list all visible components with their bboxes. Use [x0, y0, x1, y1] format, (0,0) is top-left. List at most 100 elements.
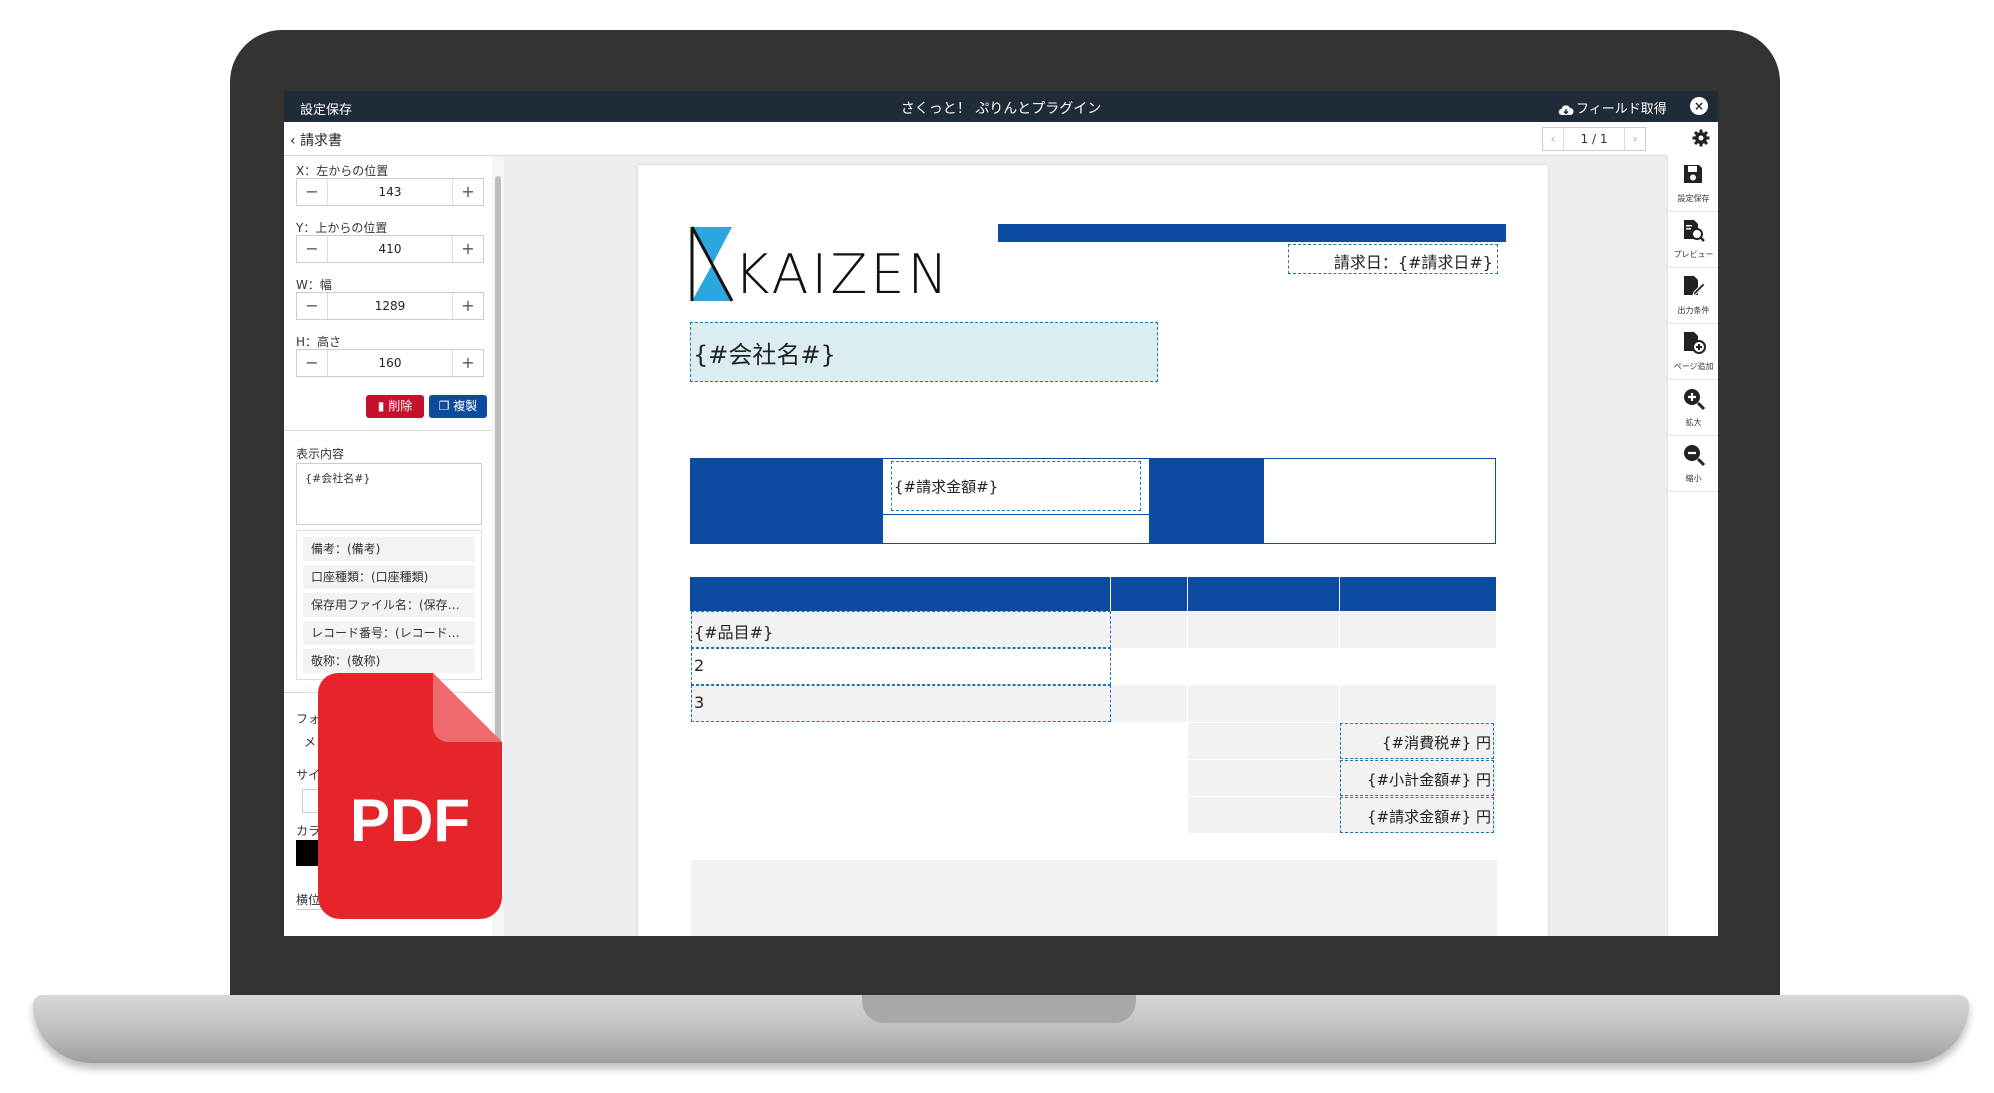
y-label: Y：上からの位置: [296, 221, 388, 235]
pager: ‹ 1 / 1 ›: [1542, 127, 1646, 151]
x-stepper[interactable]: − 143 +: [296, 178, 484, 206]
zoom-in-button[interactable]: 拡大: [1668, 379, 1718, 436]
divider: [284, 430, 492, 431]
copy-icon: ❐: [438, 399, 450, 413]
notes-box: [691, 860, 1497, 936]
subtotal-text: {#小計金額#} 円: [1367, 771, 1491, 789]
field-item[interactable]: 敬称：(敬称): [303, 649, 475, 673]
preview-icon: [1684, 220, 1705, 242]
trash-icon: ▮: [377, 399, 385, 413]
w-increment-button[interactable]: +: [452, 293, 483, 319]
items-table-header: [690, 577, 1496, 611]
y-increment-button[interactable]: +: [452, 236, 483, 262]
copy-button[interactable]: ❐ 複製: [429, 395, 487, 418]
w-value[interactable]: 1289: [327, 293, 453, 319]
col-divider: [1339, 577, 1340, 611]
field-item[interactable]: 保存用ファイル名：(保存…: [303, 593, 475, 617]
delete-label: 削除: [388, 399, 413, 413]
field-item[interactable]: 口座種類：(口座種類): [303, 565, 475, 589]
x-decrement-button[interactable]: −: [297, 179, 328, 205]
zoom-in-icon: [1684, 389, 1706, 411]
w-decrement-button[interactable]: −: [297, 293, 328, 319]
color-label: カラ: [296, 824, 321, 838]
field-fetch-label: フィールド取得: [1576, 102, 1667, 117]
y-decrement-button[interactable]: −: [297, 236, 328, 262]
y-value[interactable]: 410: [327, 236, 453, 262]
copy-label: 複製: [453, 399, 478, 413]
amount-underline: [883, 514, 1149, 515]
item-field[interactable]: 3: [691, 685, 1111, 722]
gear-icon[interactable]: [1692, 129, 1710, 147]
app-title: さくっと！ ぷりんとプラグイン: [900, 101, 1102, 117]
x-increment-button[interactable]: +: [452, 179, 483, 205]
font-label: フォ: [296, 712, 321, 726]
h-increment-button[interactable]: +: [452, 350, 483, 376]
item-field[interactable]: {#品目#}: [691, 611, 1111, 648]
invoice-date-field[interactable]: 請求日：{#請求日#}: [1288, 244, 1498, 274]
field-item[interactable]: レコード番号：(レコード…: [303, 621, 475, 645]
total-text: {#請求金額#} 円: [1367, 808, 1491, 826]
tax-field[interactable]: {#消費税#} 円: [1340, 723, 1494, 759]
subtotal-field[interactable]: {#小計金額#} 円: [1340, 760, 1494, 796]
add-page-button[interactable]: ページ追加: [1668, 323, 1718, 380]
save-settings-label: 設定保存: [1677, 194, 1710, 203]
amount-label-cell: [691, 459, 883, 543]
save-icon: [1684, 165, 1702, 183]
size-label: サイ: [296, 768, 321, 782]
page-indicator: 1 / 1: [1580, 132, 1608, 146]
font-select[interactable]: メ: [304, 733, 316, 750]
delete-button[interactable]: ▮ 削除: [366, 395, 424, 418]
pdf-label: PDF: [350, 787, 470, 854]
preview-label: プレビュー: [1673, 250, 1714, 259]
h-stepper[interactable]: − 160 +: [296, 349, 484, 377]
pdf-file-icon: PDF: [318, 673, 502, 919]
add-page-icon: [1684, 332, 1706, 354]
edit-document-icon: [1684, 276, 1706, 296]
logo-text: KAIZEN: [734, 243, 951, 306]
output-conditions-label: 出力条件: [1677, 306, 1710, 315]
item-text: {#品目#}: [694, 623, 774, 642]
back-button[interactable]: ‹ 請求書: [290, 130, 342, 150]
col-divider: [1339, 611, 1340, 722]
item-field[interactable]: 2: [691, 648, 1111, 685]
title-bar: 設定保存 さくっと！ ぷりんとプラグイン フィールド取得 ×: [284, 91, 1718, 122]
zoom-out-button[interactable]: 縮小: [1668, 435, 1718, 492]
content-textarea[interactable]: {#会社名#}: [296, 463, 482, 525]
field-fetch-button[interactable]: フィールド取得: [1558, 98, 1667, 117]
x-label: X：左からの位置: [296, 164, 389, 178]
w-stepper[interactable]: − 1289 +: [296, 292, 484, 320]
right-toolbar: 設定保存 プレビュー 出力条件 ページ追加 拡大 縮小: [1667, 155, 1718, 936]
amount-block: {#請求金額#}: [690, 458, 1496, 544]
total-field[interactable]: {#請求金額#} 円: [1340, 797, 1494, 833]
preview-button[interactable]: プレビュー: [1668, 211, 1718, 268]
item-text: 3: [694, 693, 705, 712]
save-settings-button[interactable]: 設定保存: [1668, 155, 1718, 212]
close-icon[interactable]: ×: [1690, 97, 1708, 115]
h-value[interactable]: 160: [327, 350, 453, 376]
item-text: 2: [694, 656, 705, 675]
chevron-left-icon: ‹: [290, 133, 296, 149]
header-bar: [998, 224, 1506, 242]
x-value[interactable]: 143: [327, 179, 453, 205]
h-decrement-button[interactable]: −: [297, 350, 328, 376]
next-page-button[interactable]: ›: [1624, 128, 1645, 150]
field-item[interactable]: 備考：(備考): [303, 537, 475, 561]
due-label-cell: [1149, 459, 1264, 543]
zoom-in-label: 拡大: [1685, 418, 1702, 427]
zoom-out-label: 縮小: [1685, 474, 1702, 483]
amount-field-text: {#請求金額#}: [894, 478, 999, 496]
amount-field[interactable]: {#請求金額#}: [891, 461, 1141, 511]
add-page-label: ページ追加: [1673, 362, 1714, 371]
header-bar: ‹ 請求書 ‹ 1 / 1 ›: [284, 122, 1718, 156]
col-divider: [1110, 577, 1111, 611]
back-label: 請求書: [300, 133, 343, 149]
align-label: 横位: [296, 893, 321, 907]
prev-page-button[interactable]: ‹: [1543, 128, 1564, 150]
laptop-notch: [862, 995, 1136, 1023]
output-conditions-button[interactable]: 出力条件: [1668, 267, 1718, 324]
kaizen-logo-icon: [690, 226, 734, 302]
y-stepper[interactable]: − 410 +: [296, 235, 484, 263]
content-label: 表示内容: [296, 447, 345, 461]
company-name-field[interactable]: {#会社名#}: [690, 322, 1158, 382]
col-divider: [1187, 577, 1188, 611]
